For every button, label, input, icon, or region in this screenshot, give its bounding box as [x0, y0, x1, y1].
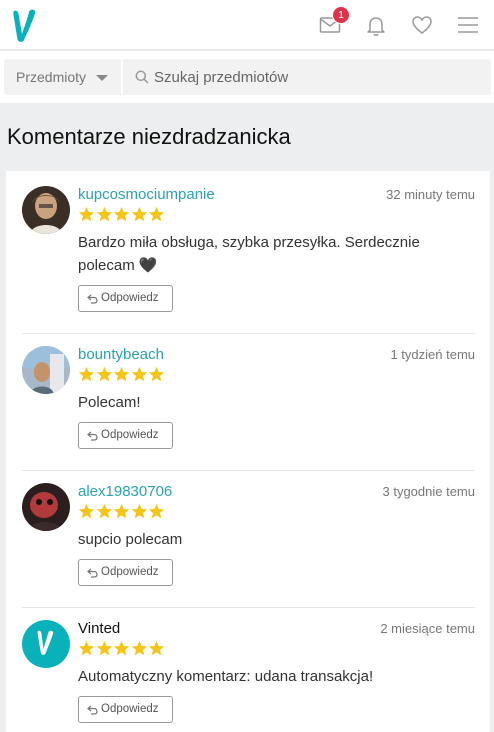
- review-username[interactable]: bountybeach: [78, 346, 164, 363]
- star-icon: [131, 366, 147, 382]
- menu-icon[interactable]: [456, 13, 480, 37]
- reply-label: Odpowiedz: [101, 703, 159, 715]
- reply-button[interactable]: Odpowiedz: [78, 422, 173, 449]
- star-icon: [113, 366, 130, 382]
- rating-stars: [78, 206, 166, 224]
- star-icon: [78, 503, 95, 519]
- star-icon: [131, 206, 147, 222]
- reply-icon: [87, 431, 98, 441]
- vinted-avatar[interactable]: [22, 620, 70, 668]
- top-header: 1: [0, 0, 494, 50]
- review-text: Automatyczny komentarz: udana transakcja…: [78, 668, 374, 685]
- reply-icon: [87, 705, 98, 715]
- user-avatar[interactable]: [22, 186, 70, 234]
- search-input[interactable]: [154, 65, 474, 89]
- chevron-down-icon: [96, 75, 108, 81]
- review-username[interactable]: kupcosmociumpanie: [78, 186, 215, 203]
- star-icon: [113, 503, 130, 519]
- rating-stars: [78, 640, 166, 658]
- star-icon: [96, 640, 112, 656]
- reply-label: Odpowiedz: [101, 292, 159, 304]
- vinted-logo-icon[interactable]: [11, 7, 37, 43]
- review-item: Vinted 2 miesiące temu Automatyczny kome…: [22, 620, 475, 730]
- review-time: 32 minuty temu: [386, 187, 475, 202]
- star-icon: [148, 640, 165, 656]
- star-icon: [78, 640, 95, 656]
- review-text: Polecam!: [78, 394, 141, 411]
- reply-label: Odpowiedz: [101, 429, 159, 441]
- star-icon: [96, 366, 112, 382]
- star-icon: [113, 206, 130, 222]
- divider: [22, 470, 475, 471]
- star-icon: [78, 366, 95, 382]
- review-item: alex19830706 3 tygodnie temu supcio pole…: [22, 483, 475, 593]
- review-item: bountybeach 1 tydzień temu Polecam! Odpo…: [22, 346, 475, 456]
- reply-icon: [87, 568, 98, 578]
- review-time: 3 tygodnie temu: [382, 484, 475, 499]
- divider: [22, 333, 475, 334]
- divider: [22, 607, 475, 608]
- star-icon: [148, 366, 165, 382]
- rating-stars: [78, 503, 166, 521]
- reviews-list: kupcosmociumpanie 32 minuty temu Bardzo …: [6, 171, 490, 732]
- category-label: Przedmioty: [16, 69, 87, 85]
- star-icon: [131, 640, 147, 656]
- heart-icon[interactable]: [410, 13, 434, 37]
- review-time: 1 tydzień temu: [390, 347, 475, 362]
- category-dropdown[interactable]: Przedmioty: [4, 59, 121, 95]
- search-bar: Przedmioty: [0, 51, 494, 103]
- star-icon: [131, 503, 147, 519]
- star-icon: [96, 206, 112, 222]
- reply-button[interactable]: Odpowiedz: [78, 559, 173, 586]
- inbox-badge: 1: [332, 6, 350, 24]
- user-avatar[interactable]: [22, 483, 70, 531]
- reply-label: Odpowiedz: [101, 566, 159, 578]
- star-icon: [113, 640, 130, 656]
- star-icon: [148, 206, 165, 222]
- rating-stars: [78, 366, 166, 384]
- review-item: kupcosmociumpanie 32 minuty temu Bardzo …: [22, 186, 475, 316]
- reply-button[interactable]: Odpowiedz: [78, 285, 173, 312]
- review-username[interactable]: alex19830706: [78, 483, 172, 500]
- star-icon: [78, 206, 95, 222]
- review-text: supcio polecam: [78, 531, 183, 548]
- review-time: 2 miesiące temu: [380, 621, 475, 636]
- bell-icon[interactable]: [364, 13, 388, 37]
- reply-icon: [87, 294, 98, 304]
- review-text: Bardzo miła obsługa, szybka przesyłka. S…: [78, 234, 420, 274]
- search-icon: [135, 70, 149, 84]
- reply-button[interactable]: Odpowiedz: [78, 696, 173, 723]
- star-icon: [148, 503, 165, 519]
- user-avatar[interactable]: [22, 346, 70, 394]
- star-icon: [96, 503, 112, 519]
- page-title: Komentarze niezdradzanicka: [7, 124, 291, 149]
- review-username[interactable]: Vinted: [78, 620, 120, 637]
- search-field: [123, 59, 491, 95]
